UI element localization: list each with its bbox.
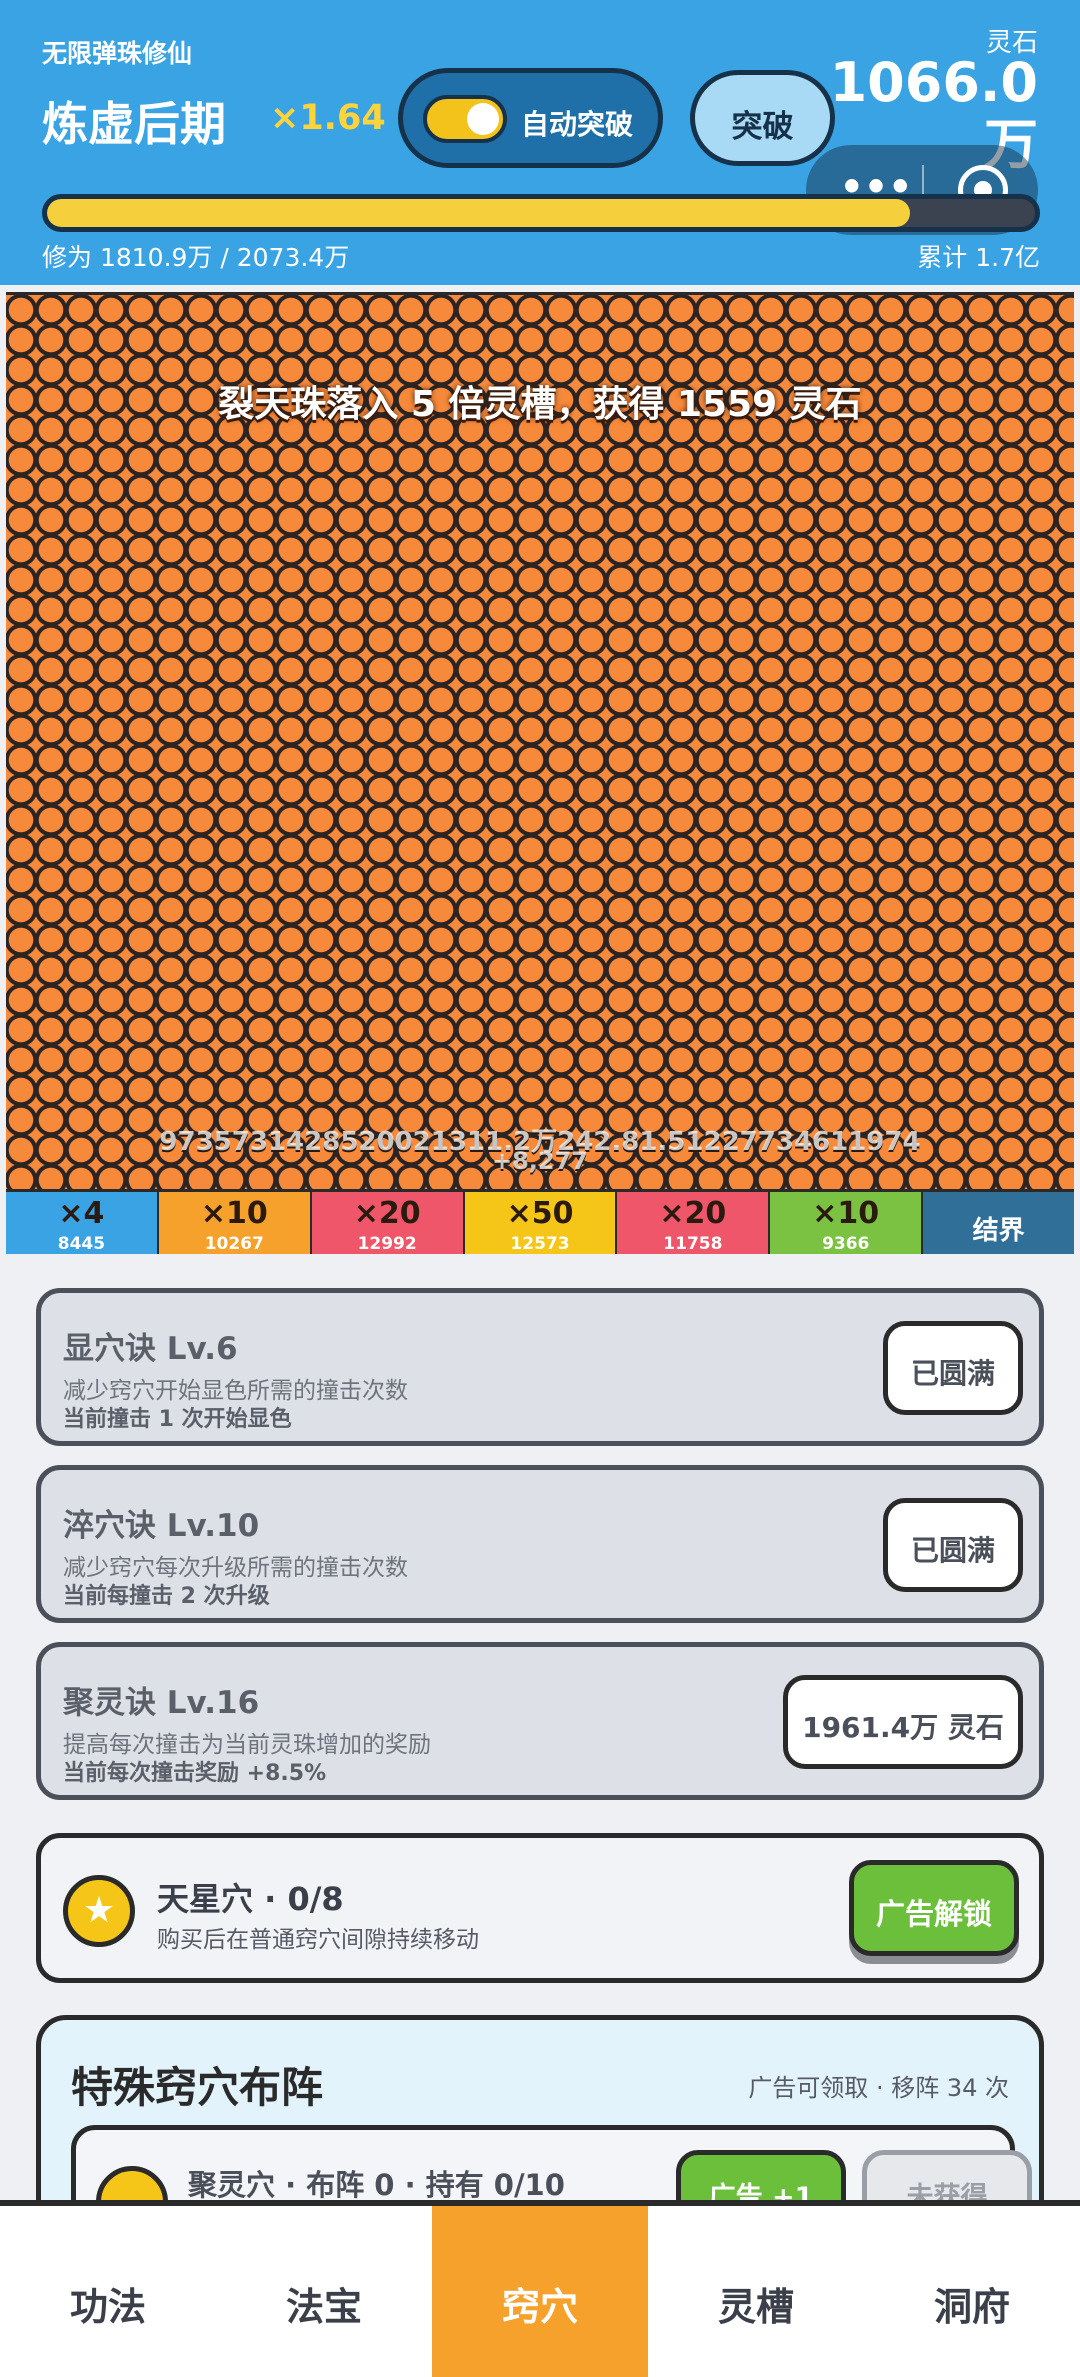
game-screen: 无限弹珠修仙 炼虚后期 ×1.64 自动突破 突破 灵石 1066.0万 •••… — [0, 0, 1080, 2377]
toggle-switch[interactable] — [423, 95, 507, 143]
special-formation-title: 特殊窍穴布阵 — [71, 2063, 324, 2112]
skill-current: 当前撞击 1 次开始显色 — [63, 1407, 292, 1432]
star-acupoint-desc: 购买后在普通窍穴间隙持续移动 — [157, 1927, 479, 1953]
realm-title: 炼虚后期 — [42, 97, 226, 151]
slot-multiplier: ×20 — [659, 1196, 727, 1231]
reward-slots: ×4 8445 ×10 10267 ×20 12992 ×50 12573 ×20 117… — [6, 1189, 1074, 1254]
star-icon: ★ — [63, 1875, 135, 1947]
slot-x20: ×20 12992 — [311, 1192, 465, 1254]
realm-multiplier: ×1.64 — [270, 98, 386, 138]
skill-card-cuixue: 淬穴诀 Lv.10 减少窍穴每次升级所需的撞击次数 当前每撞击 2 次升级 已圆… — [36, 1465, 1044, 1623]
breakthrough-label: 突破 — [731, 109, 794, 145]
cultivation-progress-bar — [42, 194, 1040, 232]
slot-multiplier: ×50 — [506, 1196, 574, 1231]
skill-desc: 减少窍穴每次升级所需的撞击次数 — [63, 1555, 408, 1581]
nav-tab-label: 窍穴 — [501, 2285, 578, 2329]
slot-x4: ×4 8445 — [6, 1192, 159, 1254]
skill-button-label: 已圆满 — [910, 1357, 995, 1390]
auto-breakthrough-toggle[interactable]: 自动突破 — [398, 68, 663, 168]
slot-x10: ×10 9366 — [770, 1192, 924, 1254]
skill-desc: 减少窍穴开始显色所需的撞击次数 — [63, 1378, 408, 1404]
skill-upgrade-button[interactable]: 1961.4万 灵石 — [783, 1675, 1023, 1769]
nav-tab-label: 灵槽 — [717, 2285, 794, 2329]
nav-tab-dongfu[interactable]: 洞府 — [864, 2206, 1080, 2377]
total-text: 累计 1.7亿 — [917, 243, 1040, 272]
nav-tab-fabao[interactable]: 法宝 — [216, 2206, 432, 2377]
hit-sub-count: +8,277 — [491, 1147, 589, 1175]
slot-count: 11758 — [663, 1234, 723, 1254]
ad-unlock-button[interactable]: 广告解锁 — [849, 1860, 1019, 1956]
special-formation-info: 广告可领取 · 移阵 34 次 — [748, 2074, 1009, 2102]
skill-card-juling: 聚灵诀 Lv.16 提高每次撞击为当前灵珠增加的奖励 当前每次撞击奖励 +8.5… — [36, 1642, 1044, 1800]
star-acupoint-card: ★ 天星穴 · 0/8 购买后在普通窍穴间隙持续移动 广告解锁 — [36, 1833, 1044, 1983]
slot-multiplier: ×10 — [200, 1196, 268, 1231]
skill-title: 聚灵诀 Lv.16 — [63, 1685, 260, 1721]
slot-barrier: 结界 — [923, 1192, 1074, 1254]
slot-x10: ×10 10267 — [158, 1192, 312, 1254]
auto-breakthrough-label: 自动突破 — [521, 108, 634, 141]
skill-maxed-button[interactable]: 已圆满 — [883, 1498, 1023, 1592]
skill-title: 淬穴诀 Lv.10 — [63, 1508, 260, 1544]
bottom-nav: 功法 法宝 窍穴 灵槽 洞府 — [0, 2200, 1080, 2377]
nav-tab-label: 法宝 — [285, 2285, 362, 2329]
skill-desc: 提高每次撞击为当前灵珠增加的奖励 — [63, 1732, 431, 1758]
nav-tab-lingcao[interactable]: 灵槽 — [648, 2206, 864, 2377]
nav-tab-label: 功法 — [69, 2285, 146, 2329]
slot-count: 8445 — [57, 1234, 106, 1254]
slot-count: 9366 — [822, 1234, 870, 1254]
marble-board[interactable]: 裂天珠落入 5 倍灵槽，获得 1559 灵石 97357314285200213… — [6, 292, 1074, 1254]
skill-button-label: 1961.4万 灵石 — [802, 1711, 1004, 1744]
breakthrough-button[interactable]: 突破 — [690, 70, 835, 166]
skill-button-label: 已圆满 — [910, 1534, 995, 1567]
toggle-knob — [467, 103, 499, 135]
skill-maxed-button[interactable]: 已圆满 — [883, 1321, 1023, 1415]
skill-current: 当前每撞击 2 次升级 — [63, 1584, 270, 1609]
game-name: 无限弹珠修仙 — [42, 39, 193, 68]
skill-card-xianxue: 显穴诀 Lv.6 减少窍穴开始显色所需的撞击次数 当前撞击 1 次开始显色 已圆… — [36, 1288, 1044, 1446]
cultivation-progress-fill — [47, 199, 910, 227]
slot-multiplier: ×20 — [353, 1196, 421, 1231]
nav-tab-label: 洞府 — [933, 2285, 1010, 2329]
slot-count: 10267 — [204, 1234, 264, 1254]
nav-tab-qiaoxue[interactable]: 窍穴 — [432, 2206, 648, 2377]
nav-tab-gongfa[interactable]: 功法 — [0, 2206, 216, 2377]
cultivation-text: 修为 1810.9万 / 2073.4万 — [42, 243, 350, 272]
skill-current: 当前每次撞击奖励 +8.5% — [63, 1761, 327, 1786]
skill-title: 显穴诀 Lv.6 — [63, 1331, 238, 1367]
slot-x50: ×50 12573 — [464, 1192, 618, 1254]
slot-count: 12992 — [357, 1234, 417, 1254]
header-panel: 无限弹珠修仙 炼虚后期 ×1.64 自动突破 突破 灵石 1066.0万 •••… — [0, 0, 1080, 285]
slot-count: 12573 — [510, 1234, 570, 1254]
slot-x20: ×20 11758 — [617, 1192, 771, 1254]
board-message: 裂天珠落入 5 倍灵槽，获得 1559 灵石 — [218, 384, 862, 425]
ad-unlock-label: 广告解锁 — [875, 1897, 992, 1931]
slot-multiplier: ×4 — [58, 1196, 105, 1231]
slot-multiplier: ×10 — [812, 1196, 880, 1231]
slot-barrier-label: 结界 — [972, 1216, 1025, 1246]
star-acupoint-title: 天星穴 · 0/8 — [157, 1880, 344, 1918]
formation-item-title: 聚灵穴 · 布阵 0 · 持有 0/10 — [188, 2168, 565, 2202]
